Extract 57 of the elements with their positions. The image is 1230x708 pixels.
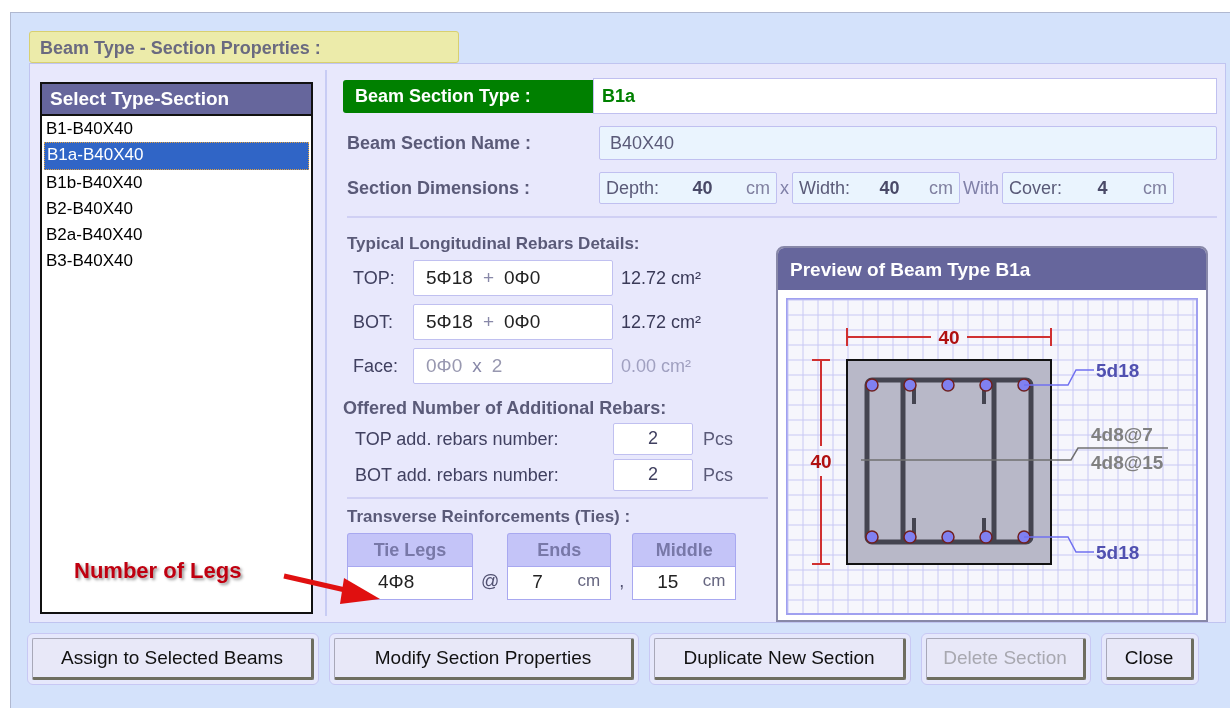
ends-spacing-field[interactable]: 7 cm (507, 566, 612, 600)
section-type-label: Beam Section Type : (343, 79, 593, 113)
ties-title: Transverse Reinforcements (Ties) : (346, 506, 632, 528)
width-dimension: 40 (938, 327, 960, 348)
dialog-button[interactable]: Close (1106, 638, 1194, 680)
section-list-item[interactable]: B1b-B40X40 (44, 170, 309, 196)
section-type-field[interactable]: B1a (593, 78, 1217, 114)
list-header: Select Type-Section (42, 84, 311, 116)
rebar-row-label: BOT: (353, 311, 394, 333)
rebar-field[interactable]: 5Φ18 + 0Φ0 (413, 304, 613, 340)
rebar-area: 12.72 cm² (621, 267, 702, 289)
rebar-area: 0.00 cm² (621, 355, 692, 377)
dialog-button[interactable]: Modify Section Properties (334, 638, 634, 680)
times-sign: x (780, 177, 789, 199)
bottom-rebar-label: 5d18 (1096, 542, 1140, 563)
additional-rebars-title: Offered Number of Additional Rebars: (343, 397, 668, 420)
leader-line (1023, 369, 1095, 386)
add-rebars-field[interactable]: 2 (613, 423, 693, 455)
ends-header: Ends (507, 533, 612, 566)
dimension-field[interactable]: Depth: 40 cm (599, 172, 777, 204)
longitudinal-title: Typical Longitudinal Rebars Details: (346, 233, 641, 255)
leader-line (1023, 536, 1095, 553)
at-sign: @ (481, 571, 500, 593)
add-rebars-field[interactable]: 2 (613, 459, 693, 491)
dimension-field[interactable]: Cover: 4 cm (1002, 172, 1174, 204)
add-rebars-label: TOP add. rebars number: (355, 428, 560, 450)
with-label: With (963, 177, 999, 199)
ties-middle-label: 4d8@15 (1091, 452, 1164, 473)
section-properties-tab[interactable]: Beam Type - Section Properties : (29, 31, 459, 63)
rebar-row-label: Face: (353, 355, 400, 377)
annotation-text: Number of Legs (74, 558, 242, 584)
unit-label: Pcs (703, 464, 733, 486)
depth-dimension: 40 (810, 451, 832, 472)
top-rebar-label: 5d18 (1096, 360, 1140, 381)
section-list-item[interactable]: B1a-B40X40 (44, 142, 309, 170)
dialog-button[interactable]: Duplicate New Section (654, 638, 906, 680)
dimensions-label: Section Dimensions : (346, 177, 532, 199)
preview-title: Preview of Beam Type B1a (778, 248, 1206, 290)
dialog-button[interactable]: Assign to Selected Beams (32, 638, 314, 680)
unit-label: Pcs (703, 428, 733, 450)
add-rebars-label: BOT add. rebars number: (355, 464, 560, 486)
section-list-item[interactable]: B2-B40X40 (44, 196, 309, 222)
dimension-field[interactable]: Width: 40 cm (792, 172, 960, 204)
rebar-area: 12.72 cm² (621, 311, 702, 333)
comma-sign: , (619, 571, 625, 593)
rebar-row-label: TOP: (353, 267, 396, 289)
section-name-label: Beam Section Name : (346, 132, 533, 154)
section-list-item[interactable]: B3-B40X40 (44, 248, 309, 274)
tie-legs-header: Tie Legs (347, 533, 473, 566)
ties-ends-label: 4d8@7 (1091, 424, 1153, 445)
rebar-field[interactable]: 5Φ18 + 0Φ0 (413, 260, 613, 296)
tie-legs-field[interactable]: 4Φ8 (347, 566, 473, 600)
middle-header: Middle (632, 533, 737, 566)
section-list-item[interactable]: B1-B40X40 (44, 116, 309, 142)
middle-spacing-field[interactable]: 15 cm (632, 566, 737, 600)
section-name-field[interactable]: B40X40 (599, 126, 1217, 160)
section-list-item[interactable]: B2a-B40X40 (44, 222, 309, 248)
